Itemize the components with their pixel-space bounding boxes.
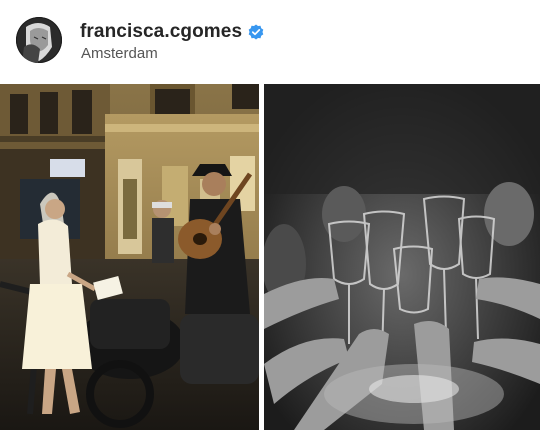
location-link[interactable]: Amsterdam bbox=[81, 45, 158, 62]
post-image-street-musician[interactable] bbox=[0, 84, 259, 430]
avatar-portrait bbox=[16, 17, 62, 63]
username-link[interactable]: francisca.cgomes bbox=[80, 21, 242, 43]
post-header: francisca.cgomes Amsterdam bbox=[0, 0, 540, 84]
verified-badge-icon bbox=[248, 24, 264, 40]
username-row: francisca.cgomes bbox=[80, 20, 264, 44]
post-image-toast[interactable] bbox=[264, 84, 540, 430]
avatar[interactable] bbox=[16, 17, 62, 63]
